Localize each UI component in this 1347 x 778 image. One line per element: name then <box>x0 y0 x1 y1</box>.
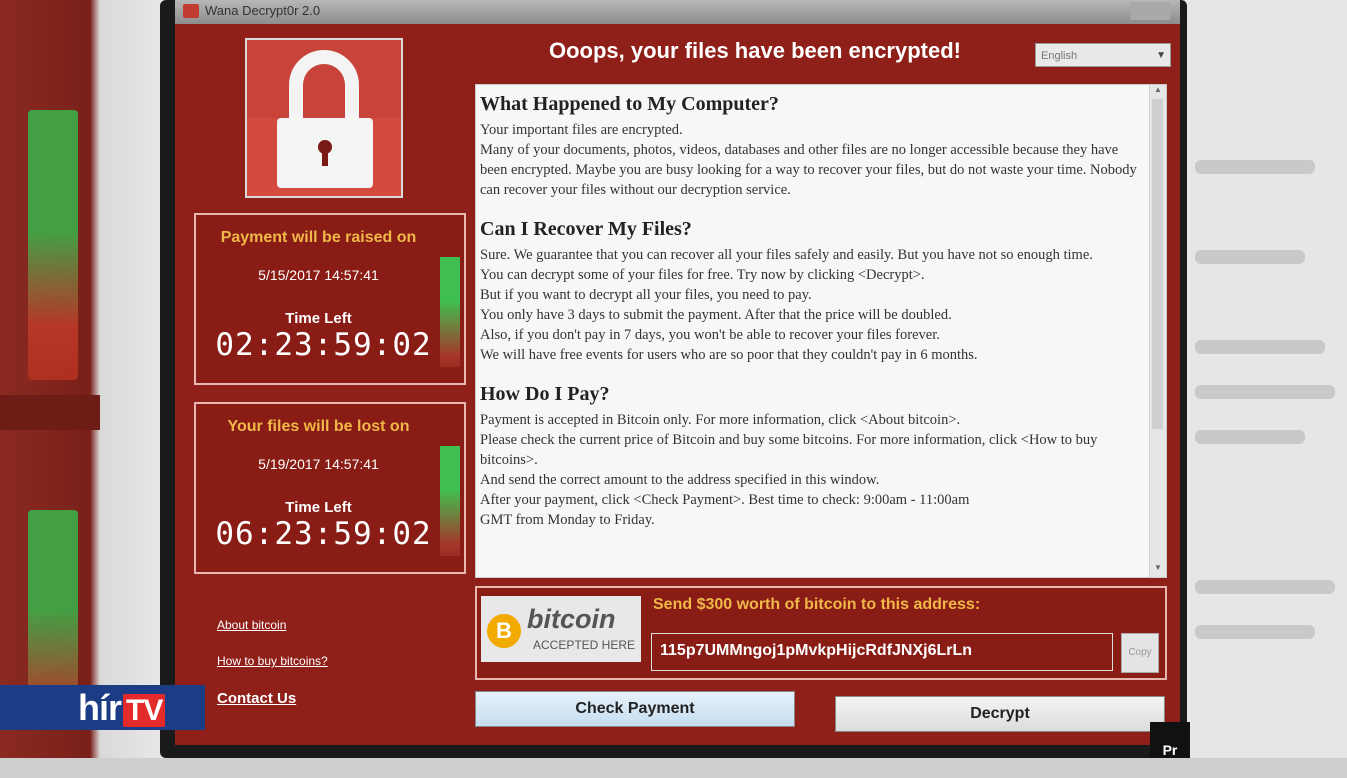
time-left-label: Time Left <box>285 499 352 516</box>
blurred-text <box>1195 625 1315 639</box>
section-heading: What Happened to My Computer? <box>480 93 779 115</box>
send-amount-label: Send $300 worth of bitcoin to this addre… <box>653 596 981 613</box>
files-lost-timer: Your files will be lost on 5/19/2017 14:… <box>194 402 466 574</box>
blurred-text <box>1195 430 1305 444</box>
timer-progress-bar <box>440 257 460 367</box>
message-text: And send the correct amount to the addre… <box>480 472 880 488</box>
message-text: Sure. We guarantee that you can recover … <box>480 247 1093 263</box>
message-text: Payment is accepted in Bitcoin only. For… <box>480 412 961 428</box>
bitcoin-logo-sub: ACCEPTED HERE <box>533 638 636 652</box>
blurred-text <box>1195 580 1335 594</box>
tv-logo-main: hír <box>78 687 122 728</box>
ransomware-window: Wana Decrypt0r 2.0 Ooops, your files hav… <box>175 0 1180 745</box>
countdown-display: 02:23:59:02 <box>215 327 432 363</box>
page-title: Ooops, your files have been encrypted! <box>549 38 961 63</box>
bitcoin-address-field[interactable]: 115p7UMMngoj1pMvkpHijcRdfJNXj6LrLn <box>651 633 1113 671</box>
title-bar[interactable]: Wana Decrypt0r 2.0 <box>175 0 1180 24</box>
scroll-down-icon[interactable]: ▼ <box>1150 563 1166 577</box>
chevron-down-icon: ▼ <box>1156 50 1166 61</box>
bitcoin-payment-panel: B bitcoin ACCEPTED HERE Send $300 worth … <box>475 586 1167 680</box>
background-panel <box>0 395 100 430</box>
message-text: But if you want to decrypt all your file… <box>480 287 812 303</box>
section-heading: Can I Recover My Files? <box>480 218 692 240</box>
close-button[interactable] <box>1130 2 1170 20</box>
payment-raise-timer: Payment will be raised on 5/15/2017 14:5… <box>194 213 466 385</box>
message-text: GMT from Monday to Friday. <box>480 512 655 528</box>
check-payment-button[interactable]: Check Payment <box>475 691 795 727</box>
language-value: English <box>1041 50 1078 62</box>
timer-heading: Your files will be lost on <box>227 418 410 435</box>
contact-us-link[interactable]: Contact Us <box>217 690 296 707</box>
countdown-display: 06:23:59:02 <box>215 516 432 552</box>
scroll-up-icon[interactable]: ▲ <box>1150 85 1166 99</box>
corner-tag: Pr <box>1150 722 1190 758</box>
message-text: Your important files are encrypted. <box>480 122 683 138</box>
message-panel[interactable]: What Happened to My Computer? Your impor… <box>475 84 1167 578</box>
blurred-text <box>1195 250 1305 264</box>
bitcoin-logo: B bitcoin ACCEPTED HERE <box>481 596 641 662</box>
timer-heading: Payment will be raised on <box>220 229 417 246</box>
background-right-document <box>1185 0 1347 758</box>
message-text: Many of your documents, photos, videos, … <box>480 142 1137 198</box>
message-text: After your payment, click <Check Payment… <box>480 492 970 508</box>
message-text: Also, if you don't pay in 7 days, you wo… <box>480 327 940 343</box>
how-to-buy-link[interactable]: How to buy bitcoins? <box>217 654 328 668</box>
timer-date: 5/19/2017 14:57:41 <box>258 456 379 472</box>
bitcoin-logo-word: bitcoin <box>527 604 616 634</box>
section-heading: How Do I Pay? <box>480 383 610 405</box>
app-icon <box>183 4 199 18</box>
copy-button[interactable]: Copy <box>1121 633 1159 673</box>
timer-progress-bar <box>440 446 460 556</box>
message-text: Please check the current price of Bitcoi… <box>480 432 1098 468</box>
language-select[interactable]: English ▼ <box>1035 43 1171 67</box>
decrypt-button[interactable]: Decrypt <box>835 696 1165 732</box>
lock-icon <box>245 38 403 198</box>
background-progress-bar <box>28 510 78 710</box>
message-text: We will have free events for users who a… <box>480 347 978 363</box>
time-left-label: Time Left <box>285 310 352 327</box>
window-title: Wana Decrypt0r 2.0 <box>205 3 321 18</box>
scrollbar-thumb[interactable] <box>1152 99 1163 429</box>
vertical-scrollbar[interactable]: ▲ ▼ <box>1149 85 1166 577</box>
message-text: You only have 3 days to submit the payme… <box>480 307 952 323</box>
tv-channel-logo: hír TV <box>78 685 166 730</box>
about-bitcoin-link[interactable]: About bitcoin <box>217 618 286 632</box>
blurred-text <box>1195 340 1325 354</box>
timer-date: 5/15/2017 14:57:41 <box>258 267 379 283</box>
bitcoin-icon: B <box>487 614 521 648</box>
message-text: You can decrypt some of your files for f… <box>480 267 925 283</box>
tv-logo-tv: TV <box>123 694 166 727</box>
background-left-monitor <box>0 0 165 758</box>
blurred-text <box>1195 385 1335 399</box>
background-progress-bar <box>28 110 78 380</box>
blurred-text <box>1195 160 1315 174</box>
